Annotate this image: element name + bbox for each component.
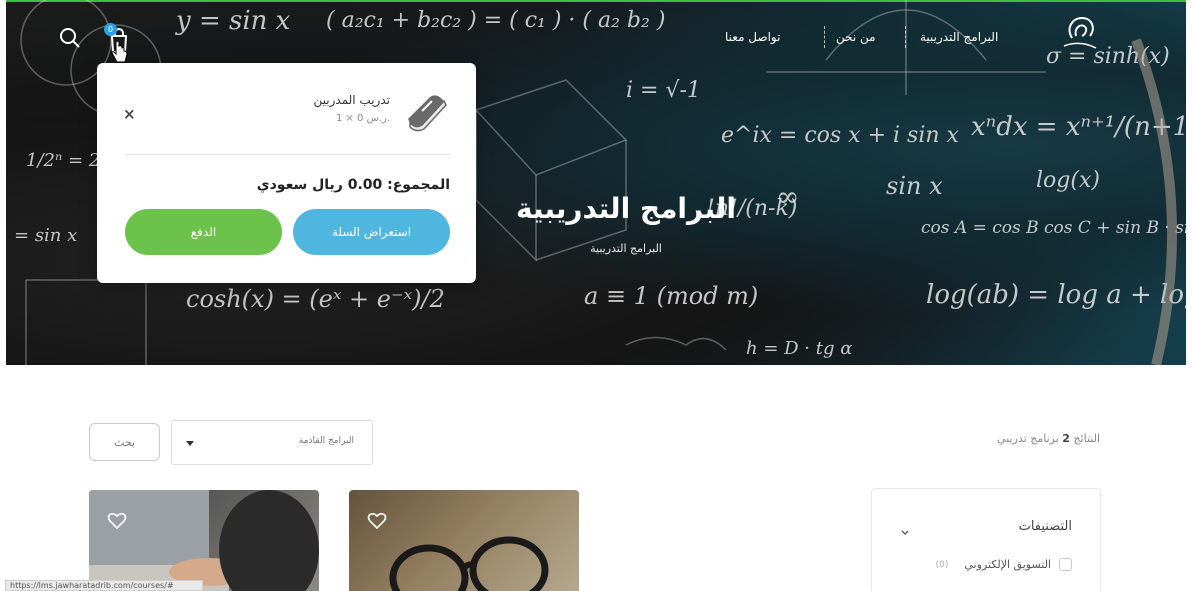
category-item[interactable]: التسويق الإلكتروني (0) bbox=[936, 558, 1072, 571]
nav-contact-us[interactable]: تواصل معنا bbox=[725, 30, 780, 44]
site-logo[interactable] bbox=[1058, 10, 1102, 56]
nav-separator bbox=[905, 26, 906, 48]
category-checkbox[interactable] bbox=[1059, 558, 1072, 571]
cart-item-title[interactable]: تدريب المدربين bbox=[314, 93, 391, 107]
view-cart-button[interactable]: استعراض السلة bbox=[293, 209, 450, 255]
cart-count-badge: 0 bbox=[104, 23, 117, 36]
category-label: التسويق الإلكتروني bbox=[964, 558, 1051, 571]
book-icon bbox=[402, 89, 450, 135]
mini-cart-dropdown: تدريب المدربين 1 × 0 ر.س. × المجموع: 0.0… bbox=[97, 63, 476, 283]
nav-training-programs[interactable]: البرامج التدريبية bbox=[920, 30, 998, 44]
results-number: 2 bbox=[1062, 432, 1070, 445]
breadcrumb: البرامج التدريبية bbox=[590, 242, 662, 255]
course-card[interactable] bbox=[89, 490, 319, 591]
cart-item-quantity: 1 × 0 ر.س. bbox=[335, 113, 390, 124]
category-count: (0) bbox=[935, 559, 949, 570]
checkout-button[interactable]: الدفع bbox=[125, 209, 282, 255]
chevron-down-icon bbox=[186, 441, 194, 446]
categories-panel: التصنيفات التسويق الإلكتروني (0) bbox=[871, 488, 1101, 591]
page-title: البرامج التدريبية bbox=[515, 192, 736, 225]
cart-total: المجموع: 0.00 ريال سعودي bbox=[256, 177, 450, 193]
remove-item-button[interactable]: × bbox=[123, 105, 136, 123]
heart-icon[interactable] bbox=[107, 512, 127, 530]
heart-icon[interactable] bbox=[367, 512, 387, 530]
browser-status-url: https://lms.jawharatadrib.com/courses/# bbox=[5, 580, 203, 591]
results-count: النتائج 2 برنامج تدريبي bbox=[997, 432, 1100, 445]
select-value: البرامج القادمة bbox=[298, 436, 354, 446]
course-card[interactable] bbox=[349, 490, 579, 591]
search-button[interactable]: بحث bbox=[89, 423, 160, 461]
program-filter-select[interactable]: البرامج القادمة bbox=[171, 420, 373, 465]
categories-title: التصنيفات bbox=[1018, 519, 1072, 534]
nav-about-us[interactable]: من نحن bbox=[836, 30, 876, 44]
laptop-image bbox=[89, 490, 319, 591]
cart-divider bbox=[125, 154, 450, 155]
results-prefix: النتائج bbox=[1073, 432, 1100, 445]
chevron-down-icon[interactable] bbox=[900, 523, 910, 535]
glasses-image bbox=[349, 490, 579, 591]
search-icon[interactable] bbox=[58, 26, 82, 54]
nav-separator bbox=[824, 26, 825, 48]
results-suffix: برنامج تدريبي bbox=[997, 432, 1059, 445]
